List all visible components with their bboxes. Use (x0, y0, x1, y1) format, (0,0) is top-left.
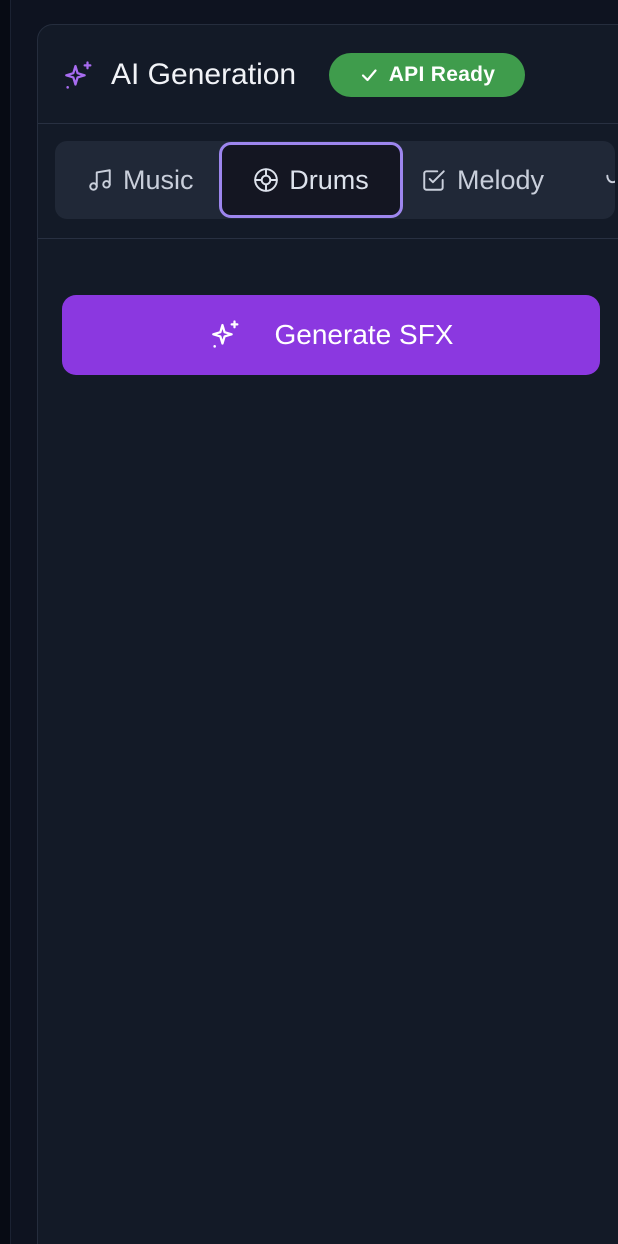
tab-music-label: Music (123, 164, 194, 195)
tab-music[interactable]: Music (87, 141, 194, 219)
tab-drums[interactable]: Drums (219, 142, 403, 218)
app-root: AI Generation API Ready Music Drums Melo… (0, 0, 618, 1244)
music-note-icon (89, 169, 111, 191)
panel-content: Generate SFX (38, 239, 618, 1244)
panel-header: AI Generation API Ready (38, 25, 618, 124)
status-badge-label: API Ready (388, 63, 496, 86)
status-badge: API Ready (329, 53, 525, 97)
tab-drums-label: Drums (289, 164, 369, 195)
generate-sfx-button[interactable]: Generate SFX (62, 295, 600, 375)
sparkle-icon (65, 61, 92, 89)
generate-sfx-label: Generate SFX (274, 319, 454, 350)
ai-generation-panel: AI Generation API Ready Music Drums Melo… (37, 24, 618, 1244)
partial-tab-icon (606, 174, 615, 184)
check-icon (361, 69, 377, 82)
drum-icon (254, 168, 279, 192)
panel-title: AI Generation (111, 58, 297, 91)
generation-type-tabbar: Music Drums Melody (38, 124, 618, 239)
tab-melody-label: Melody (457, 164, 545, 195)
tab-overflow[interactable] (603, 141, 615, 219)
tab-melody[interactable]: Melody (421, 141, 544, 219)
sparkle-icon (211, 320, 238, 348)
left-sidebar-edge (0, 0, 11, 1244)
tab-list: Music Drums Melody (55, 141, 615, 219)
checkbox-icon (423, 170, 445, 191)
